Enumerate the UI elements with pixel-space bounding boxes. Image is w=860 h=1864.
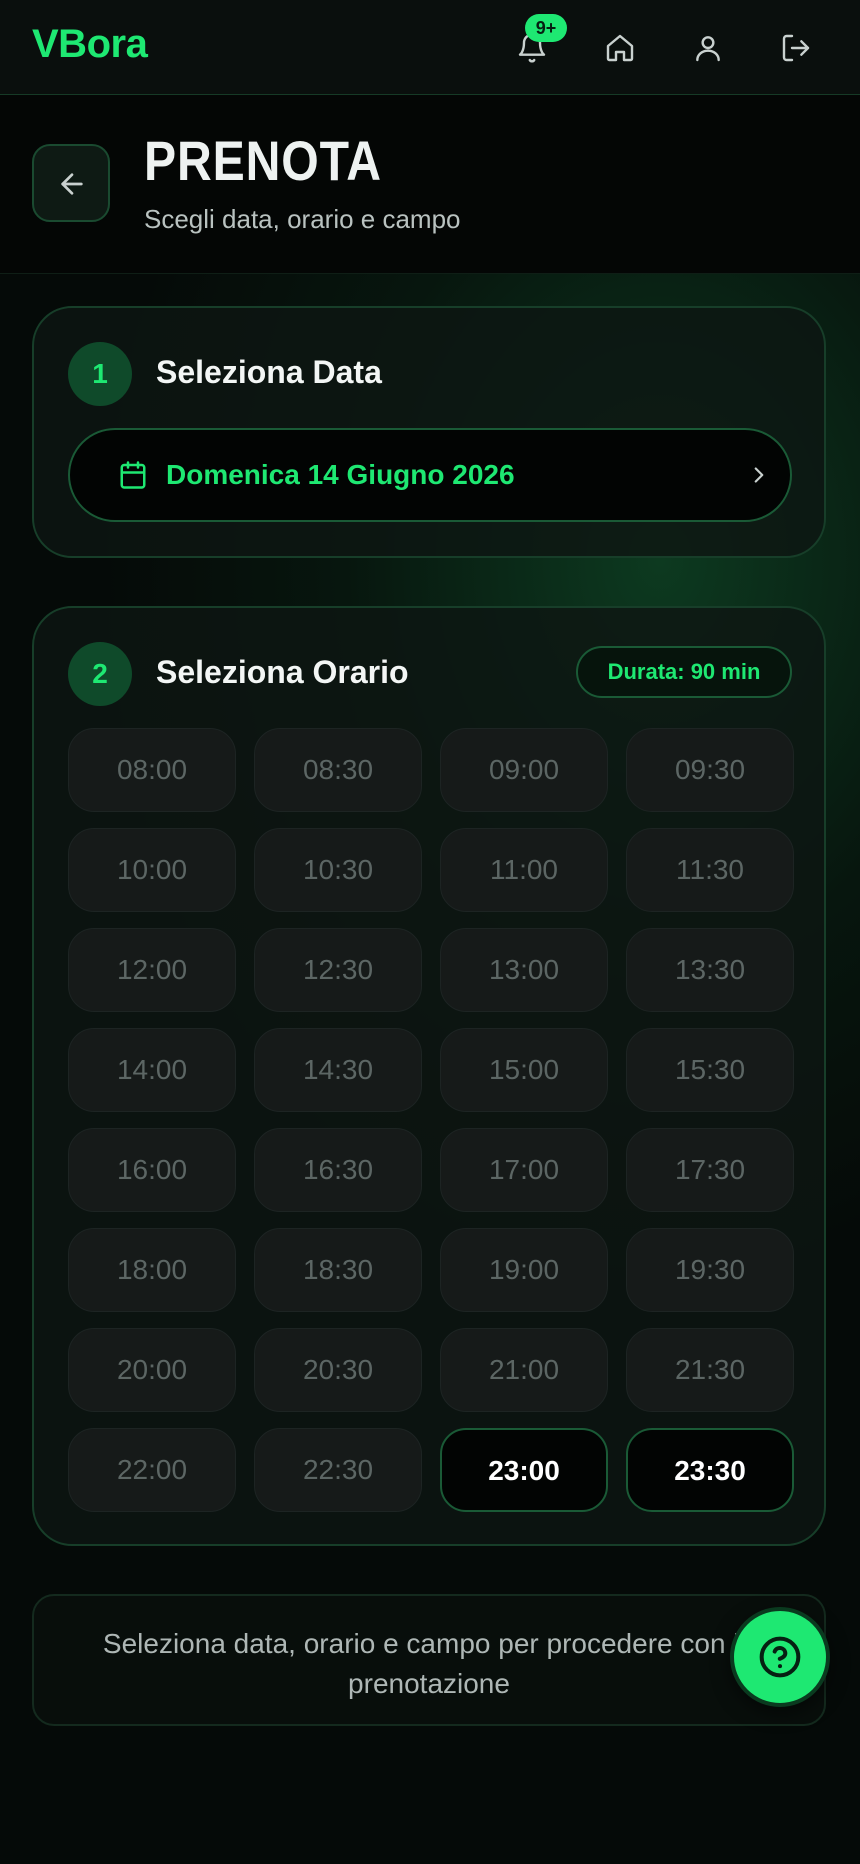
time-slot: 19:00 [440,1228,608,1312]
time-selection-card: 2 Seleziona Orario Durata: 90 min 08:00 0… [32,606,826,1546]
home-button[interactable] [600,28,640,68]
time-slot: 15:30 [626,1028,794,1112]
time-slot: 12:00 [68,928,236,1012]
time-slot: 21:30 [626,1328,794,1412]
time-slot: 14:00 [68,1028,236,1112]
time-slot: 15:00 [440,1028,608,1112]
time-slot: 11:30 [626,828,794,912]
date-selection-card: 1 Seleziona Data Domenica 14 Giugno 2026 [32,306,826,558]
step-title: Seleziona Orario [156,654,409,690]
home-icon [606,34,634,62]
calendar-icon [120,461,146,489]
time-slot: 16:30 [254,1128,422,1212]
time-slot-grid: 08:00 08:30 09:00 09:30 10:00 10:30 11:00 11:30… [68,728,794,1512]
back-button[interactable] [32,144,110,222]
brand-logo[interactable]: VBora [32,22,148,67]
time-slot: 10:00 [68,828,236,912]
logout-icon [782,34,810,62]
step-title: Seleziona Data [156,354,382,390]
step-number-badge: 1 [68,342,132,406]
arrow-left-icon [61,173,83,195]
user-icon [696,36,720,62]
time-slot: 10:30 [254,828,422,912]
time-slot: 22:30 [254,1428,422,1512]
help-button[interactable] [730,1607,830,1707]
step-number-badge: 2 [68,642,132,706]
page-subtitle: Scegli data, orario e campo [144,204,461,234]
time-slot: 13:00 [440,928,608,1012]
time-slot: 22:00 [68,1428,236,1512]
profile-button[interactable] [688,28,728,68]
time-slot: 08:30 [254,728,422,812]
time-slot: 18:30 [254,1228,422,1312]
selected-date-label: Domenica 14 Giugno 2026 [166,459,515,490]
time-slot: 19:30 [626,1228,794,1312]
time-slot[interactable]: 23:00 [440,1428,608,1512]
time-slot: 20:30 [254,1328,422,1412]
time-slot: 09:00 [440,728,608,812]
instruction-notice: Seleziona data, orario e campo per proce… [32,1594,826,1726]
top-navbar: VBora 9+ [0,0,860,95]
chevron-right-icon [754,467,764,483]
date-picker-button[interactable]: Domenica 14 Giugno 2026 [68,428,792,522]
time-slot: 18:00 [68,1228,236,1312]
duration-badge: Durata: 90 min [576,646,792,698]
notification-count-badge: 9+ [525,14,567,42]
logout-button[interactable] [776,28,816,68]
time-slot: 20:00 [68,1328,236,1412]
page-header [0,95,860,274]
time-slot: 17:30 [626,1128,794,1212]
time-slot: 17:00 [440,1128,608,1212]
time-slot: 21:00 [440,1328,608,1412]
time-slot: 14:30 [254,1028,422,1112]
help-icon [759,1636,801,1678]
time-slot: 16:00 [68,1128,236,1212]
page-title: PRENOTA [144,129,382,192]
time-slot: 12:30 [254,928,422,1012]
time-slot: 11:00 [440,828,608,912]
time-slot: 09:30 [626,728,794,812]
time-slot[interactable]: 23:30 [626,1428,794,1512]
time-slot: 08:00 [68,728,236,812]
time-slot: 13:30 [626,928,794,1012]
